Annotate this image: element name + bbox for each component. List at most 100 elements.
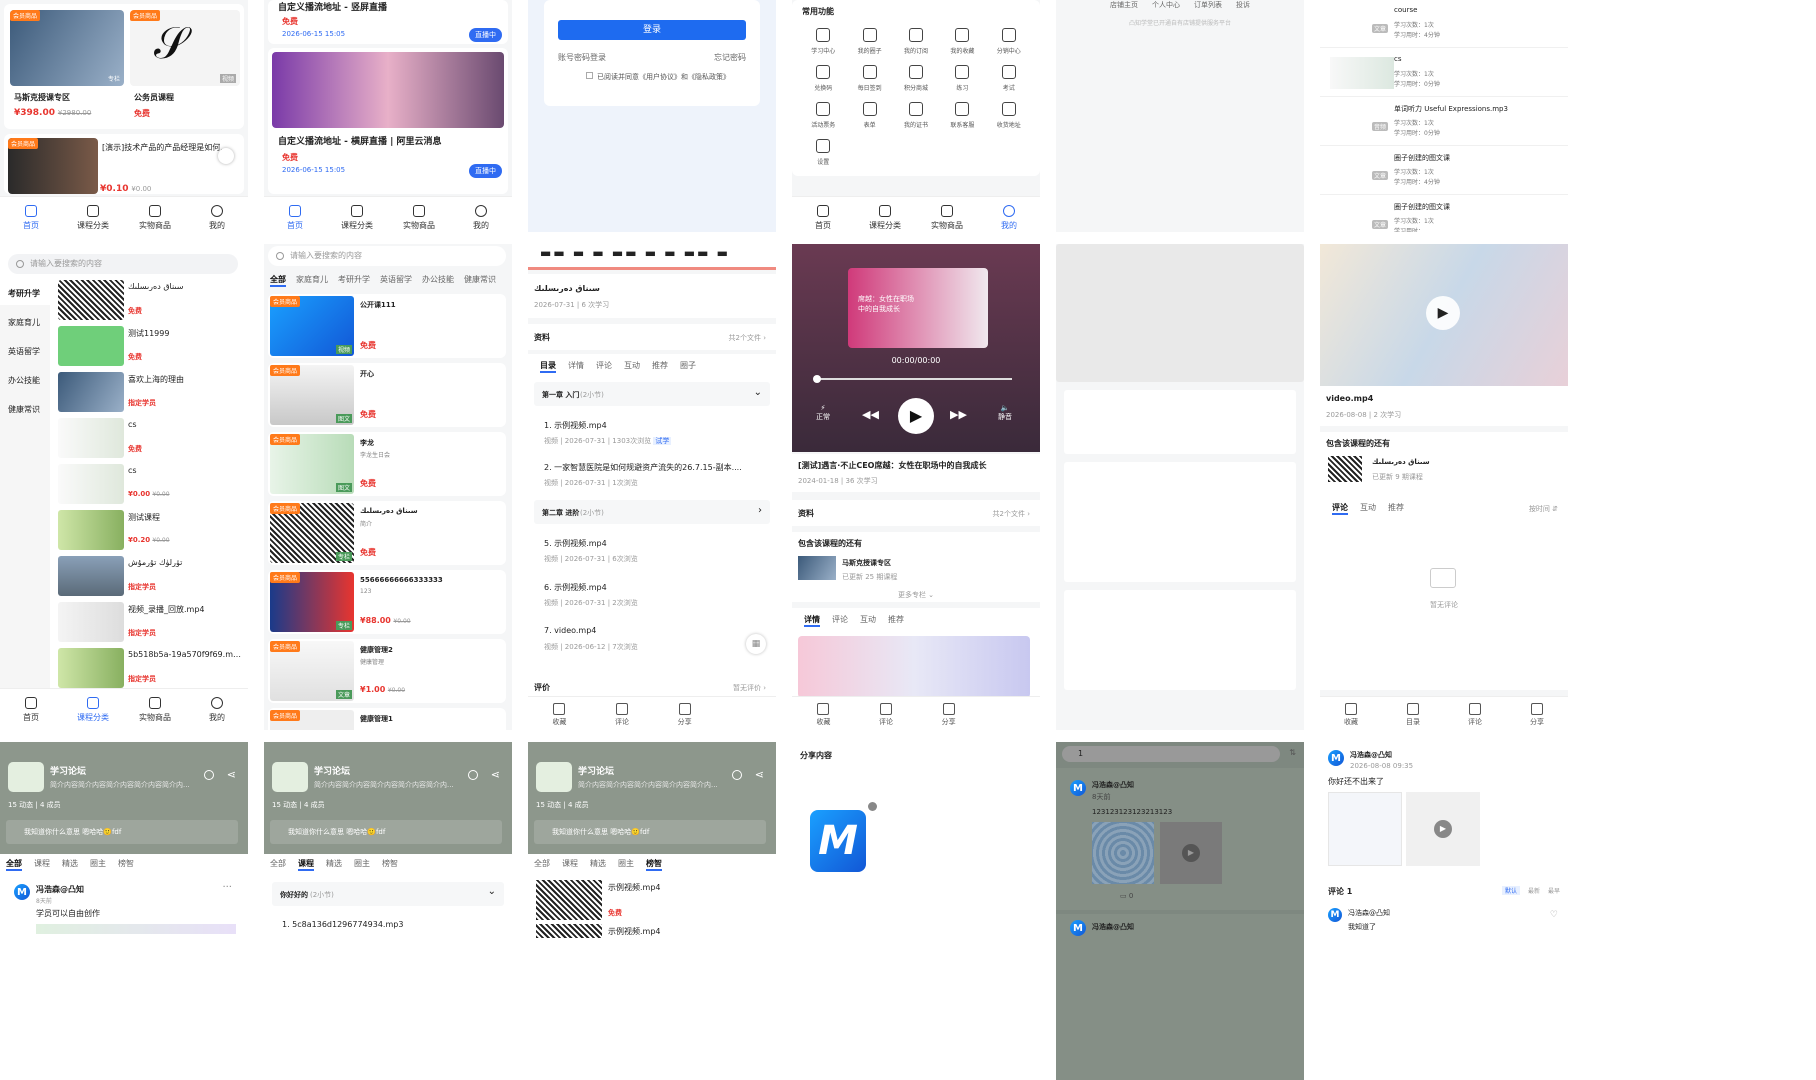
course-card[interactable]: 会员商品 图文 开心 免费	[268, 363, 506, 427]
tab-category[interactable]: 课程分类	[326, 197, 388, 232]
live-card-2[interactable]: 自定义播流地址 - 横屏直播 | 阿里云消息 免费 2026-06-15 15:…	[268, 48, 508, 194]
tab-goods[interactable]: 实物商品	[916, 197, 978, 232]
forum-notice[interactable]: 我知道你什么意思 嗯哈哈🙂fdf	[6, 820, 238, 844]
filter-tab[interactable]: 办公技能	[422, 274, 454, 287]
rewind-icon[interactable]: ◀◀	[862, 408, 879, 421]
more-icon[interactable]: ···	[222, 882, 232, 893]
tab-goods[interactable]: 实物商品	[388, 197, 450, 232]
close-icon[interactable]	[868, 802, 877, 811]
tab-mine[interactable]: 我的	[978, 197, 1040, 232]
tab-item[interactable]: 互动	[1360, 502, 1376, 515]
lesson-title[interactable]: 7. video.mp4	[544, 626, 596, 635]
list-item[interactable]: تۆرلۈك تۇرمۇش 指定学员	[58, 554, 244, 598]
record-item[interactable]: 文章 圈子创建的图文课 学习次数：1次 学习用时：	[1320, 196, 1568, 232]
share-icon[interactable]: ⋖	[755, 768, 764, 781]
tab-item[interactable]: 详情	[568, 360, 584, 373]
function-item[interactable]: 每日签到	[846, 65, 892, 92]
tab-item[interactable]: 推荐	[1388, 502, 1404, 515]
tab-item[interactable]: 目录	[540, 360, 556, 373]
related-course-title[interactable]: 马斯克授课专区	[842, 558, 891, 568]
record-item[interactable]: 文章 圈子创建的图文课 学习次数：1次 学习用时：4分钟	[1320, 147, 1568, 195]
login-button[interactable]: 登录	[558, 20, 746, 40]
search-input[interactable]: 1	[1062, 746, 1280, 762]
filter-tab[interactable]: 家庭育儿	[296, 274, 328, 287]
tab-category[interactable]: 课程分类	[62, 689, 124, 730]
sidebar-item[interactable]: 家庭育儿	[0, 305, 50, 334]
function-item[interactable]: 积分商城	[893, 65, 939, 92]
tab-item[interactable]: 圈子	[680, 360, 696, 373]
video-player[interactable]: 席越：女性在职场中的自我成长 00:00/00:00 ⚡ 正常 ◀◀ ▶ ▶▶ 🔈…	[792, 244, 1040, 452]
list-item[interactable]: 视频_录播_回放.mp4 指定学员	[58, 600, 244, 644]
function-item[interactable]: 表单	[846, 102, 892, 129]
play-icon[interactable]: ▶	[1426, 296, 1460, 330]
comment-button[interactable]: 评论	[855, 697, 918, 730]
speed-button[interactable]: ⚡ 正常	[816, 404, 830, 422]
list-item[interactable]: 5b518b5a-19a570f9f69.mp4 指定学员	[58, 646, 244, 690]
tab-goods[interactable]: 实物商品	[124, 689, 186, 730]
related-course-title[interactable]: سىناق دەرىسلىك	[1372, 458, 1430, 466]
catalog-button[interactable]: 目录	[1382, 697, 1444, 730]
course-card[interactable]: 会员商品 视频 公开课111 免费	[268, 294, 506, 358]
search-icon[interactable]	[468, 770, 478, 780]
footer-link[interactable]: 个人中心	[1152, 0, 1180, 10]
forum-notice[interactable]: 我知道你什么意思 嗯哈哈🙂fdf	[534, 820, 766, 844]
live-card-1[interactable]: 自定义播流地址 - 竖屏直播 免费 2026-06-15 15:05 直播中	[268, 0, 508, 44]
video-cover[interactable]: ▶	[1320, 244, 1568, 386]
footer-link[interactable]: 店铺主页	[1110, 0, 1138, 10]
function-item[interactable]: 我的圈子	[846, 28, 892, 55]
search-icon[interactable]	[204, 770, 214, 780]
comment-button[interactable]: 评论	[591, 697, 654, 730]
function-item[interactable]: 我的证书	[893, 102, 939, 129]
share-button[interactable]: 分享	[1506, 697, 1568, 730]
forum-tab[interactable]: 圈主	[618, 858, 634, 871]
forum-notice[interactable]: 我知道你什么意思 嗯哈哈🙂fdf	[270, 820, 502, 844]
course-card[interactable]: 会员商品 专栏 سىناق دەرىسلىك 简介 免费	[268, 501, 506, 565]
headset-icon[interactable]	[218, 148, 234, 164]
forum-tab[interactable]: 课程	[298, 858, 314, 871]
list-item[interactable]: 测试课程 ¥0.20 ¥0.00	[58, 508, 244, 552]
play-icon[interactable]: ▶	[898, 398, 934, 434]
tab-item[interactable]: 评论	[832, 614, 848, 627]
forum-tab[interactable]: 课程	[34, 858, 50, 871]
forum-tab[interactable]: 榜智	[646, 858, 662, 871]
post-card[interactable]: M 冯浩森@凸知	[1056, 914, 1304, 1080]
sort-default[interactable]: 默认	[1501, 886, 1520, 895]
forum-tab[interactable]: 全部	[270, 858, 286, 871]
tab-category[interactable]: 课程分类	[854, 197, 916, 232]
banner-card[interactable]: 会员商品 [演示]技术产品的产品经理是如何炼成的 ¥0.10 ¥0.00	[4, 134, 244, 194]
post-image[interactable]	[1328, 792, 1402, 866]
filter-tab[interactable]: 全部	[270, 274, 286, 287]
tab-home[interactable]: 首页	[264, 197, 326, 232]
course-card-musk[interactable]: 会员商品 专栏	[10, 10, 124, 86]
course-card[interactable]: 会员商品 健康管理1	[268, 708, 506, 730]
share-button[interactable]: 分享	[917, 697, 980, 730]
agree-checkbox[interactable]	[586, 72, 593, 79]
sidebar-item[interactable]: 办公技能	[0, 363, 50, 392]
chapter-header[interactable]: 你好好的 (2小节) ⌄	[272, 882, 504, 906]
lesson-title[interactable]: 1. 5c8a136d1296774934.mp3	[282, 920, 403, 929]
function-item[interactable]: 练习	[939, 65, 985, 92]
comment-count[interactable]: ▭ 0	[1120, 892, 1133, 900]
tab-mine[interactable]: 我的	[186, 689, 248, 730]
filter-tab[interactable]: 健康常识	[464, 274, 496, 287]
course-card[interactable]: 会员商品 文章 健康管理2 健康管理 ¥1.00 ¥0.00	[268, 639, 506, 703]
lesson-title[interactable]: 2. 一家智慧医院是如何规避资产流失的26.7.15-副本....	[544, 462, 766, 473]
tab-item[interactable]: 互动	[624, 360, 640, 373]
password-login-link[interactable]: 账号密码登录	[558, 52, 606, 63]
tab-home[interactable]: 首页	[0, 689, 62, 730]
lesson-title[interactable]: 5. 示例视频.mp4	[544, 538, 607, 549]
function-item[interactable]: 我的订阅	[893, 28, 939, 55]
tab-item[interactable]: 互动	[860, 614, 876, 627]
forum-tab[interactable]: 圈主	[354, 858, 370, 871]
progress-bar[interactable]	[813, 375, 1012, 383]
course-card-civil[interactable]: 会员商品 𝒮 视频	[130, 10, 240, 86]
forum-tab[interactable]: 精选	[590, 858, 606, 871]
sort-button[interactable]: 按时间 ⇵	[1529, 504, 1558, 514]
tab-item[interactable]: 推荐	[888, 614, 904, 627]
tab-item[interactable]: 推荐	[652, 360, 668, 373]
item-title[interactable]: 示例视频.mp4	[608, 882, 661, 893]
tab-item[interactable]: 评论	[596, 360, 612, 373]
record-item[interactable]: 文章 course 学习次数：1次 学习用时：4分钟	[1320, 0, 1568, 48]
material-row[interactable]: 资料 共2个文件 ›	[528, 324, 776, 350]
sort-newest[interactable]: 最新	[1528, 886, 1540, 895]
